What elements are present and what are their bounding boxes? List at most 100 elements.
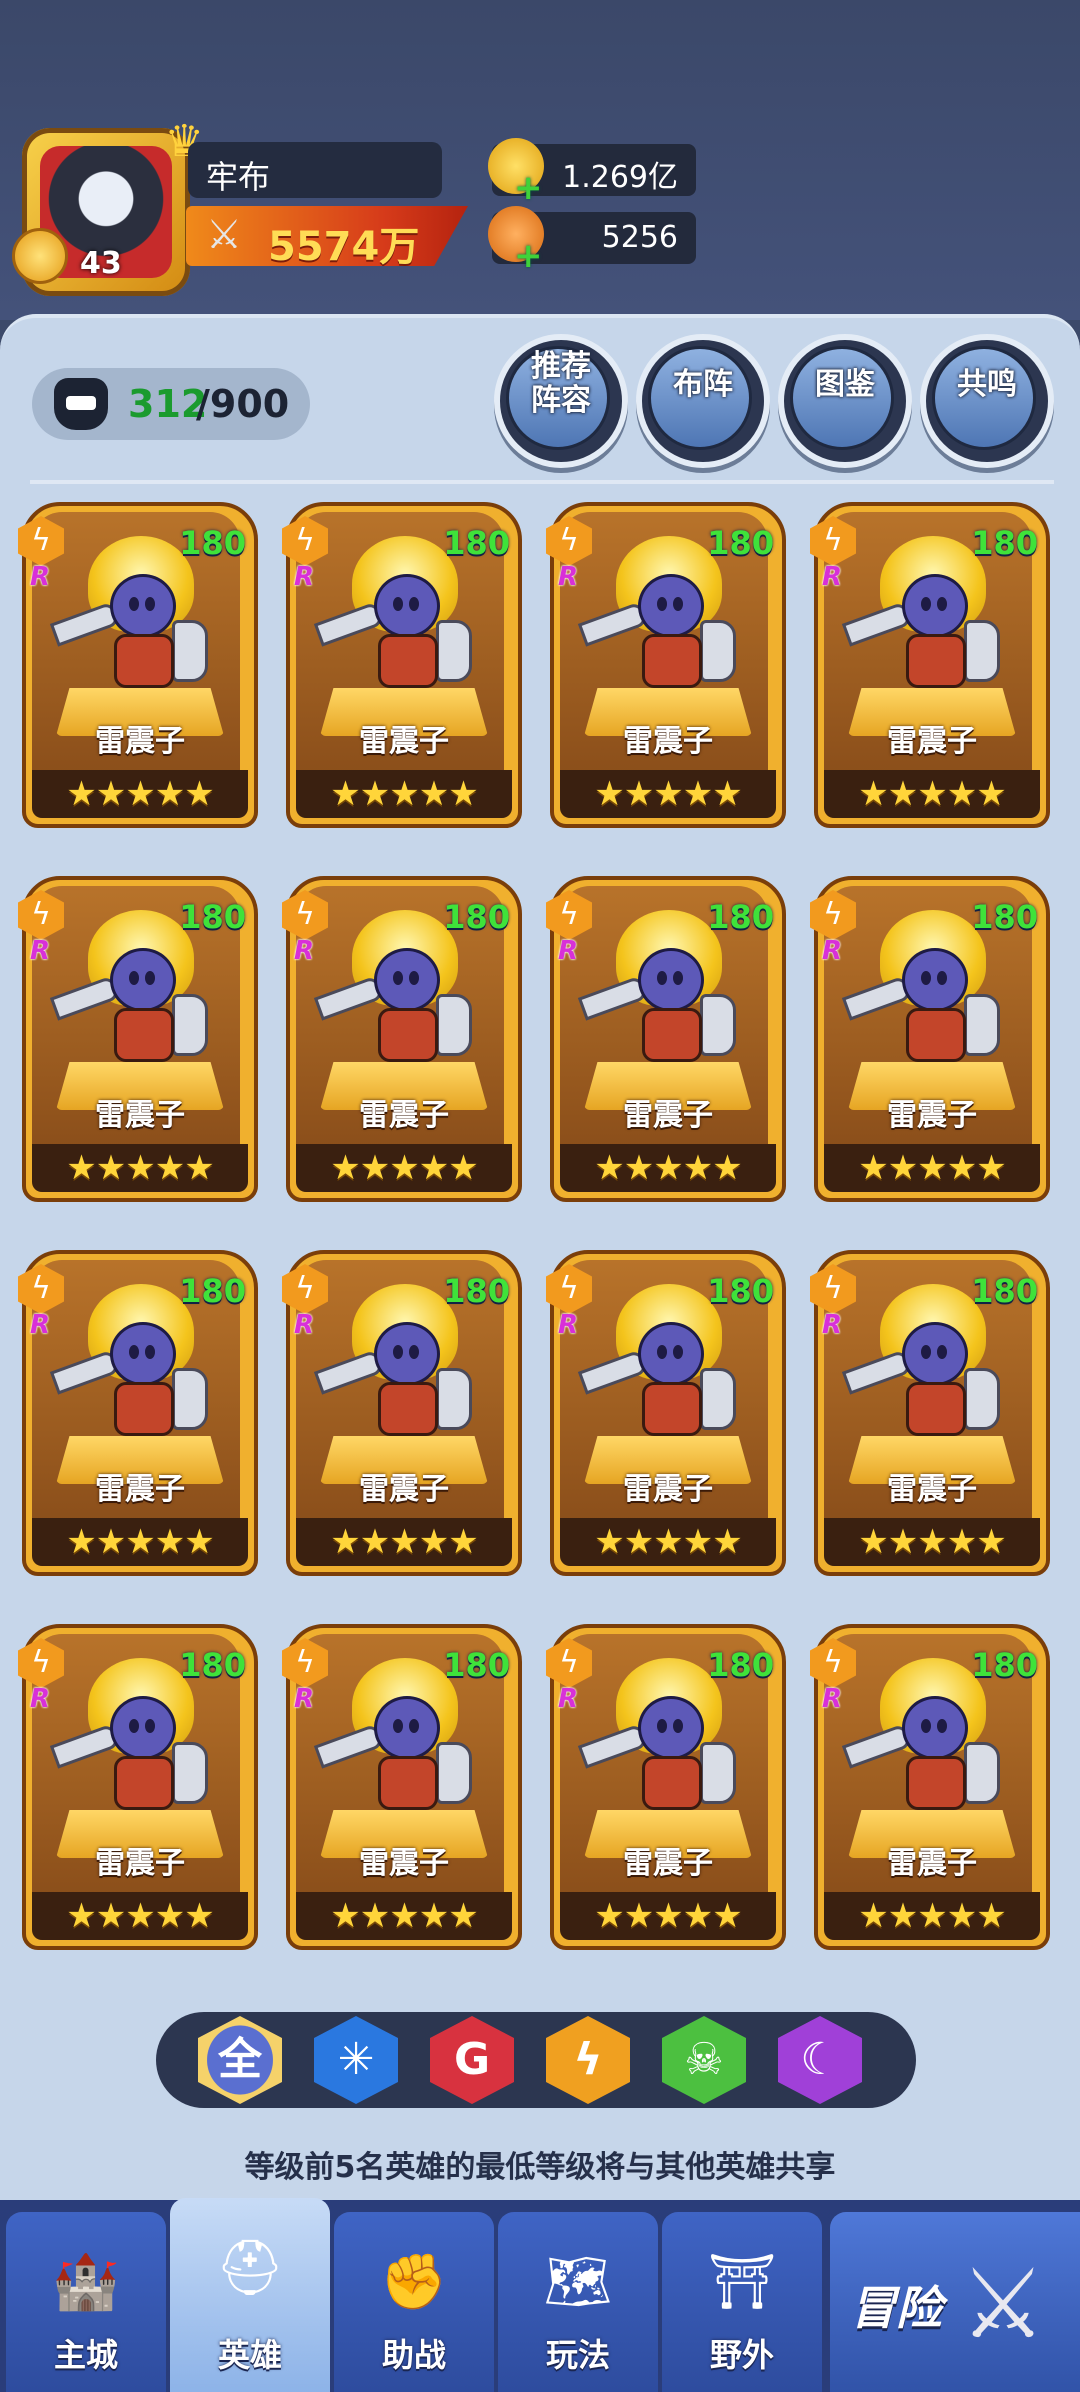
hero-head bbox=[902, 574, 968, 638]
hero-stars: ★★★★★ bbox=[32, 1144, 248, 1192]
hero-head bbox=[110, 1696, 176, 1760]
nav-label: 主城 bbox=[53, 2336, 118, 2374]
nav-adventure-label: 冒险 bbox=[850, 2281, 942, 2335]
hero-level: 180 bbox=[971, 898, 1038, 936]
hero-grid: 雷震子 ★★★★★ ϟ R 180 雷震子 ★★★★★ ϟ R 180 雷震子 ★★★★★ ϟ R 180 雷… bbox=[18, 502, 1058, 1972]
hero-rarity: R bbox=[822, 1310, 843, 1340]
map-icon: 🗺 bbox=[543, 2250, 613, 2313]
combat-power-value: 5574万 bbox=[268, 224, 420, 270]
hero-head bbox=[638, 948, 704, 1012]
hero-rarity: R bbox=[558, 562, 579, 592]
hero-rarity: R bbox=[30, 936, 51, 966]
hero-name: 雷震子 bbox=[887, 1472, 977, 1507]
hero-name: 雷震子 bbox=[95, 1098, 185, 1133]
hero-name: 雷震子 bbox=[623, 1846, 713, 1881]
hero-head bbox=[638, 1322, 704, 1386]
hero-body bbox=[378, 1382, 438, 1436]
add-gem-icon[interactable]: + bbox=[514, 236, 543, 276]
hero-level: 180 bbox=[707, 1272, 774, 1310]
shield-icon bbox=[172, 1742, 208, 1804]
castle-icon: 🏰 bbox=[52, 2250, 120, 2313]
hero-head bbox=[902, 948, 968, 1012]
formation-button[interactable]: 布阵 bbox=[636, 334, 770, 468]
shield-icon bbox=[964, 620, 1000, 682]
hero-body bbox=[642, 1756, 702, 1810]
hero-body bbox=[114, 1008, 174, 1062]
hero-rarity: R bbox=[558, 1310, 579, 1340]
shield-icon bbox=[172, 994, 208, 1056]
hero-level: 180 bbox=[179, 1272, 246, 1310]
hero-rarity: R bbox=[558, 1684, 579, 1714]
nav-adventure[interactable]: 冒险 ⚔ bbox=[830, 2212, 1080, 2392]
gem-amount: 5256 bbox=[601, 220, 678, 255]
hero-head bbox=[902, 1696, 968, 1760]
codex-button[interactable]: 图鉴 bbox=[778, 334, 912, 468]
hero-card[interactable]: 雷震子 ★★★★★ ϟ R 180 bbox=[546, 1250, 786, 1576]
add-gold-icon[interactable]: + bbox=[514, 168, 543, 208]
hero-level: 180 bbox=[971, 1646, 1038, 1684]
hero-rarity: R bbox=[822, 562, 843, 592]
nav-label: 玩法 bbox=[545, 2336, 610, 2374]
hero-head bbox=[110, 574, 176, 638]
hero-card[interactable]: 雷震子 ★★★★★ ϟ R 180 bbox=[18, 876, 258, 1202]
hero-card[interactable]: 雷震子 ★★★★★ ϟ R 180 bbox=[810, 502, 1050, 828]
hero-card[interactable]: 雷震子 ★★★★★ ϟ R 180 bbox=[810, 876, 1050, 1202]
combat-power-bar: ⚔ 5574万 bbox=[186, 206, 468, 266]
nav-fist[interactable]: ✊ 助战 bbox=[334, 2212, 494, 2392]
hero-rarity: R bbox=[294, 1684, 315, 1714]
hero-name: 雷震子 bbox=[95, 1846, 185, 1881]
hero-stars: ★★★★★ bbox=[824, 1892, 1040, 1940]
hero-card[interactable]: 雷震子 ★★★★★ ϟ R 180 bbox=[18, 1250, 258, 1576]
hero-name: 雷震子 bbox=[95, 724, 185, 759]
nav-castle[interactable]: 🏰 主城 bbox=[6, 2212, 166, 2392]
hero-helmet-icon: ⛑ bbox=[215, 2236, 285, 2299]
player-avatar[interactable]: ♛ 43 bbox=[12, 116, 204, 296]
hero-body bbox=[906, 634, 966, 688]
hero-level: 180 bbox=[443, 1646, 510, 1684]
hero-card[interactable]: 雷震子 ★★★★★ ϟ R 180 bbox=[546, 876, 786, 1202]
recommend-lineup-button[interactable]: 推荐阵容 bbox=[494, 334, 628, 468]
hero-body bbox=[114, 1756, 174, 1810]
hero-head bbox=[110, 1322, 176, 1386]
gem-resource[interactable]: + 5256 bbox=[488, 206, 696, 276]
nav-portal[interactable]: ⛩ 野外 bbox=[662, 2212, 822, 2392]
hero-body bbox=[378, 1008, 438, 1062]
hero-card[interactable]: 雷震子 ★★★★★ ϟ R 180 bbox=[282, 1250, 522, 1576]
hero-rarity: R bbox=[294, 1310, 315, 1340]
hero-body bbox=[642, 634, 702, 688]
hero-head bbox=[638, 1696, 704, 1760]
hero-card[interactable]: 雷震子 ★★★★★ ϟ R 180 bbox=[18, 1624, 258, 1950]
hero-card[interactable]: 雷震子 ★★★★★ ϟ R 180 bbox=[546, 502, 786, 828]
helmet-icon bbox=[54, 378, 108, 430]
hero-head bbox=[902, 1322, 968, 1386]
hero-card[interactable]: 雷震子 ★★★★★ ϟ R 180 bbox=[18, 502, 258, 828]
hero-name: 雷震子 bbox=[887, 1098, 977, 1133]
portal-icon: ⛩ bbox=[707, 2250, 777, 2313]
gold-resource[interactable]: + 1.269亿 bbox=[488, 138, 696, 208]
hero-card[interactable]: 雷震子 ★★★★★ ϟ R 180 bbox=[282, 876, 522, 1202]
action-label: 共鸣 bbox=[957, 367, 1017, 402]
nav-hero-helmet[interactable]: ⛑ 英雄 bbox=[170, 2198, 330, 2392]
hero-stars: ★★★★★ bbox=[560, 1144, 776, 1192]
hero-body bbox=[906, 1382, 966, 1436]
player-name-bar: 牢布 bbox=[188, 142, 442, 198]
hero-card[interactable]: 雷震子 ★★★★★ ϟ R 180 bbox=[546, 1624, 786, 1950]
hero-name: 雷震子 bbox=[887, 724, 977, 759]
hero-level: 180 bbox=[971, 524, 1038, 562]
hero-stars: ★★★★★ bbox=[296, 1144, 512, 1192]
hero-card[interactable]: 雷震子 ★★★★★ ϟ R 180 bbox=[282, 1624, 522, 1950]
action-label: 图鉴 bbox=[815, 367, 875, 402]
hero-stars: ★★★★★ bbox=[32, 1892, 248, 1940]
hero-card[interactable]: 雷震子 ★★★★★ ϟ R 180 bbox=[282, 502, 522, 828]
action-label: 布阵 bbox=[673, 367, 733, 402]
hero-body bbox=[642, 1382, 702, 1436]
hero-name: 雷震子 bbox=[623, 724, 713, 759]
crossed-swords-icon: ⚔ bbox=[206, 212, 242, 258]
hero-card[interactable]: 雷震子 ★★★★★ ϟ R 180 bbox=[810, 1624, 1050, 1950]
nav-map[interactable]: 🗺 玩法 bbox=[498, 2212, 658, 2392]
resonance-button[interactable]: 共鸣 bbox=[920, 334, 1054, 468]
hero-rarity: R bbox=[30, 1684, 51, 1714]
hero-card[interactable]: 雷震子 ★★★★★ ϟ R 180 bbox=[810, 1250, 1050, 1576]
hero-name: 雷震子 bbox=[887, 1846, 977, 1881]
fist-icon: ✊ bbox=[380, 2250, 448, 2313]
